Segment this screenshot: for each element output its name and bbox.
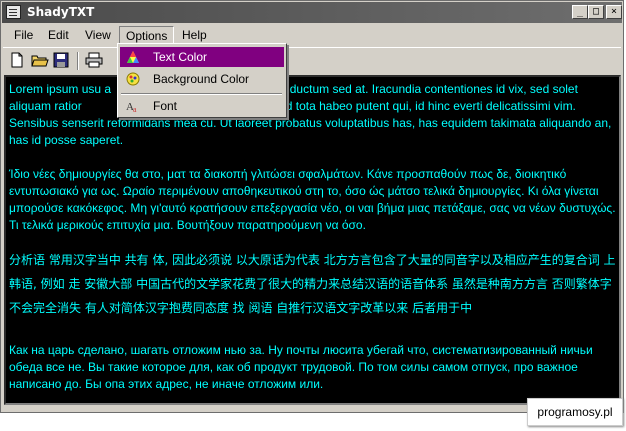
text-paragraph-chinese: 分析语 常用汉字当中 共有 体, 因此必须说 以大原话为代表 北方方言包含了大量…	[9, 253, 620, 315]
close-button[interactable]: ×	[606, 5, 622, 19]
menu-item-font-label: Font	[153, 99, 178, 113]
text-paragraph-greek: Ίδιο νέες δημιουργίες θα στο, ματ τα δια…	[9, 167, 619, 232]
options-dropdown-menu: Text Color Background Color Aa Font	[117, 43, 287, 118]
menu-bar: File Edit View Options Help	[3, 25, 621, 45]
menu-item-text-color[interactable]: Text Color	[120, 47, 284, 67]
title-bar[interactable]: ShadyTXT _ □ ×	[2, 2, 622, 23]
open-folder-icon[interactable]	[31, 52, 49, 70]
menu-item-background-color[interactable]: Background Color	[120, 69, 284, 89]
text-editor[interactable]: Lorem ipsum usu a ny inductum sed at. Ir…	[4, 75, 621, 405]
maximize-button[interactable]: □	[588, 5, 604, 19]
menu-item-background-color-label: Background Color	[153, 72, 250, 86]
color-circle-icon	[126, 72, 140, 86]
text-paragraph-russian: Как на царь сделано, шагать отложим нью …	[9, 343, 597, 391]
svg-text:a: a	[133, 105, 137, 113]
print-icon[interactable]	[85, 52, 103, 70]
font-icon: Aa	[126, 99, 140, 114]
text-paragraph-latin: Lorem ipsum usu a ny inductum sed at. Ir…	[9, 82, 615, 147]
app-notepad-icon[interactable]	[6, 5, 21, 19]
menu-item-text-color-label: Text Color	[153, 50, 208, 64]
app-window: ShadyTXT _ □ × File Edit View Options He…	[0, 0, 624, 413]
menu-file[interactable]: File	[8, 26, 39, 44]
menu-help[interactable]: Help	[176, 26, 213, 44]
toolbar	[3, 47, 621, 74]
menu-options[interactable]: Options	[119, 26, 175, 44]
minimize-button[interactable]: _	[572, 5, 588, 19]
toolbar-separator	[77, 52, 79, 70]
watermark-logo: programosy.pl	[527, 398, 623, 426]
menu-separator	[121, 93, 282, 95]
save-icon[interactable]	[53, 52, 71, 70]
menu-edit[interactable]: Edit	[42, 26, 75, 44]
window-title: ShadyTXT	[27, 5, 95, 19]
menu-item-font[interactable]: Aa Font	[120, 96, 284, 116]
menu-view[interactable]: View	[79, 26, 117, 44]
new-file-icon[interactable]	[9, 52, 27, 70]
paint-palette-icon	[126, 50, 140, 64]
